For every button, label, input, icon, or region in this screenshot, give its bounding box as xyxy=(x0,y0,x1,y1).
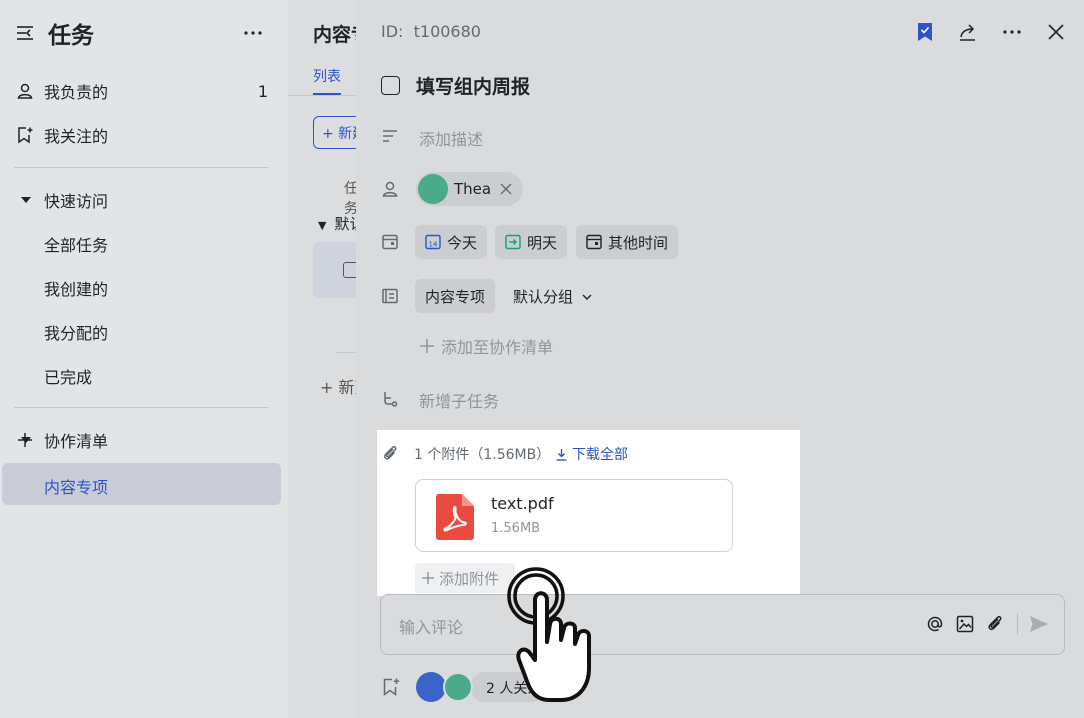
image-icon[interactable] xyxy=(955,614,975,634)
more-options-icon[interactable] xyxy=(242,24,264,42)
sidebar-item-label: 我负责的 xyxy=(44,83,109,102)
comment-input[interactable]: 输入评论 xyxy=(380,594,1065,655)
calendar-icon xyxy=(586,234,602,250)
assignee-name: Thea xyxy=(454,180,492,198)
sidebar-item-created[interactable]: 我创建的 xyxy=(0,268,288,308)
sidebar-item-all-tasks[interactable]: 全部任务 xyxy=(0,224,288,264)
section-quick-access[interactable]: 快速访问 xyxy=(0,180,288,220)
tab-list[interactable]: 列表 xyxy=(313,66,341,86)
close-icon[interactable] xyxy=(1046,22,1066,42)
plus-icon xyxy=(421,571,435,585)
caret-down-icon: ▼ xyxy=(318,219,327,232)
svg-text:14: 14 xyxy=(429,241,438,249)
send-icon[interactable] xyxy=(1028,614,1050,634)
user-icon xyxy=(16,82,34,100)
sidebar-item-completed[interactable]: 已完成 xyxy=(0,356,288,396)
task-id-label: ID: xyxy=(381,22,404,41)
task-complete-checkbox[interactable] xyxy=(381,76,400,95)
task-id: ID: t100680 xyxy=(381,22,481,41)
sidebar-item-assigned-by-me[interactable]: 我分配的 xyxy=(0,312,288,352)
sidebar-item-content-project[interactable]: 内容专项 xyxy=(2,463,281,505)
date-tomorrow-button[interactable]: 明天 xyxy=(495,225,568,259)
comment-placeholder: 输入评论 xyxy=(399,618,464,637)
group-label: 默认分组 xyxy=(513,288,574,306)
divider xyxy=(14,167,268,168)
comment-toolbar xyxy=(915,613,1050,635)
add-subtask-button[interactable]: 新增子任务 xyxy=(419,388,499,412)
sidebar-item-label: 内容专项 xyxy=(44,478,109,497)
plus-icon xyxy=(419,338,435,354)
sidebar-item-label: 我创建的 xyxy=(44,280,109,299)
download-all-label: 下载全部 xyxy=(572,447,628,463)
attachment-summary: 1 个附件（1.56MB） xyxy=(414,447,551,463)
sidebar: 任务 我负责的 1 我关注的 快速访问 全部任务 我创建的 我分配的 已完成 协… xyxy=(0,0,288,718)
date-today-button[interactable]: 14 今天 xyxy=(415,225,488,259)
chevron-down-icon xyxy=(581,291,593,303)
sidebar-item-following[interactable]: 我关注的 xyxy=(0,115,288,155)
avatar xyxy=(443,672,473,702)
description-icon xyxy=(381,127,399,145)
avatar xyxy=(416,672,446,702)
subtask-icon xyxy=(381,390,399,408)
section-collab-lists[interactable]: 协作清单 xyxy=(0,420,288,460)
collapse-sidebar-icon[interactable] xyxy=(14,22,36,44)
mention-icon[interactable] xyxy=(925,614,945,634)
task-id-value: t100680 xyxy=(413,22,481,41)
date-label: 明天 xyxy=(527,233,558,252)
avatar xyxy=(418,174,448,204)
date-label: 其他时间 xyxy=(608,233,669,252)
due-date-icon xyxy=(381,233,399,251)
date-label: 今天 xyxy=(447,233,478,252)
add-collab-label: 添加至协作清单 xyxy=(441,338,554,357)
list-icon xyxy=(381,287,399,305)
attachment-file-card[interactable]: text.pdf 1.56MB xyxy=(415,479,733,552)
pointer-hand-icon xyxy=(495,556,610,706)
calendar-today-icon: 14 xyxy=(425,234,441,250)
divider xyxy=(1017,613,1018,635)
file-size: 1.56MB xyxy=(491,521,541,536)
sidebar-item-label: 已完成 xyxy=(44,368,93,387)
caret-down-icon xyxy=(20,195,32,205)
follow-icon[interactable] xyxy=(381,677,401,697)
count-badge: 1 xyxy=(257,81,268,101)
more-options-icon[interactable] xyxy=(1001,26,1023,38)
remove-assignee-icon[interactable] xyxy=(499,182,513,196)
sidebar-item-assigned[interactable]: 我负责的 1 xyxy=(0,71,288,111)
add-attachment-label: 添加附件 xyxy=(439,569,500,588)
date-other-button[interactable]: 其他时间 xyxy=(576,225,679,259)
assignee-chip[interactable]: Thea xyxy=(416,172,524,206)
sidebar-title: 任务 xyxy=(48,23,94,49)
calendar-tomorrow-icon xyxy=(505,234,521,250)
paperclip-icon xyxy=(381,444,399,462)
sidebar-header: 任务 xyxy=(14,18,274,49)
sidebar-item-label: 我分配的 xyxy=(44,324,109,343)
sidebar-item-label: 我关注的 xyxy=(44,127,109,146)
section-label: 快速访问 xyxy=(44,192,109,211)
list-chip[interactable]: 内容专项 xyxy=(415,279,496,313)
share-icon[interactable] xyxy=(958,22,978,42)
group-select[interactable]: 默认分组 xyxy=(513,286,593,307)
file-name: text.pdf xyxy=(491,494,554,513)
download-icon xyxy=(555,448,568,461)
bookmark-icon[interactable] xyxy=(916,22,934,42)
description-input[interactable]: 添加描述 xyxy=(419,126,483,150)
task-title[interactable]: 填写组内周报 xyxy=(416,72,530,99)
pdf-file-icon xyxy=(436,494,474,540)
attach-file-icon[interactable] xyxy=(985,614,1005,634)
download-all-button[interactable]: 下载全部 xyxy=(555,444,628,464)
sidebar-item-label: 全部任务 xyxy=(44,236,109,255)
assignee-icon xyxy=(381,180,399,198)
add-to-collab-list-button[interactable]: 添加至协作清单 xyxy=(419,334,553,358)
bookmark-plus-icon xyxy=(16,126,34,144)
divider xyxy=(14,407,268,408)
add-list-icon[interactable] xyxy=(16,431,268,449)
